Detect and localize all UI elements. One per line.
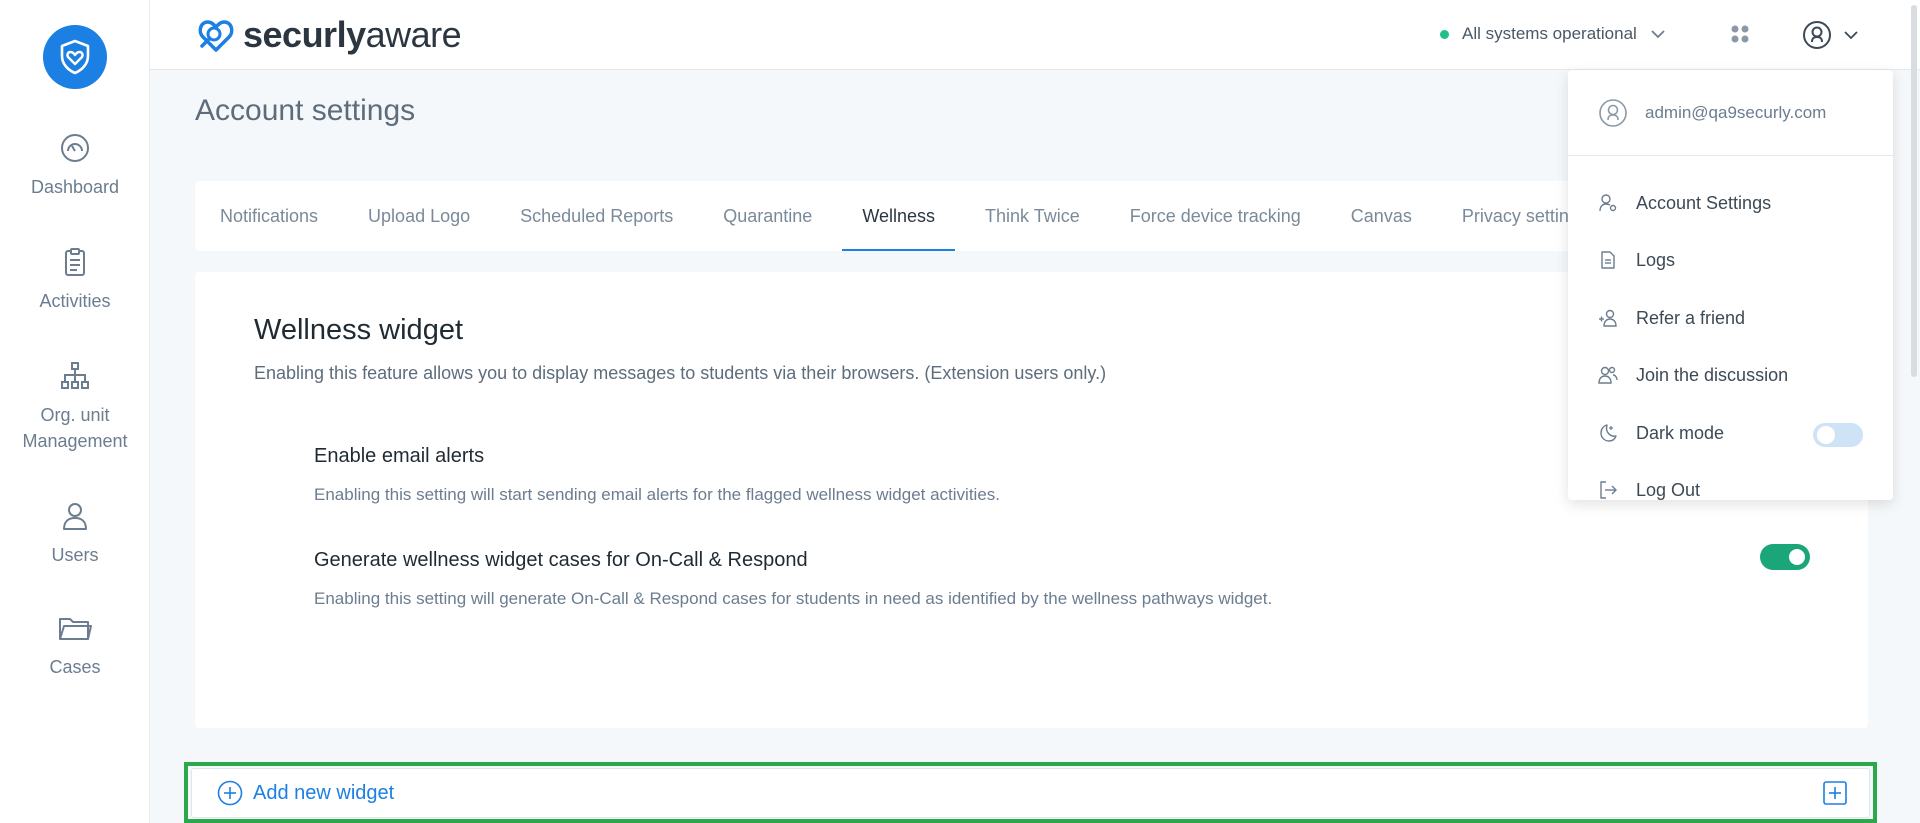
top-header: securlyaware All systems operational [150, 0, 1920, 70]
plus-square-icon[interactable] [1823, 781, 1847, 805]
users-icon [1598, 366, 1618, 384]
page-title: Account settings [195, 94, 416, 127]
menu-item-logs[interactable]: Logs [1568, 240, 1893, 280]
add-user-icon [1599, 309, 1617, 327]
menu-item-label: Refer a friend [1636, 307, 1746, 328]
sidebar-item-label: Activities [39, 291, 111, 311]
brand-logo[interactable]: securlyaware [195, 14, 462, 56]
moon-icon [1600, 424, 1617, 442]
system-status[interactable]: All systems operational [1440, 24, 1665, 44]
brand-name: securlyaware [243, 14, 462, 55]
securly-logo-icon [198, 20, 234, 52]
page-scrollbar[interactable] [1911, 5, 1917, 377]
menu-item-label: Join the discussion [1636, 364, 1789, 385]
app-logo[interactable] [43, 25, 107, 89]
sidebar-item-label-line1: Org. unit [40, 405, 110, 425]
sidebar-item-label: Dashboard [30, 177, 120, 197]
tab-notifications[interactable]: Notifications [200, 181, 338, 251]
menu-item-dark-mode[interactable]: Dark mode [1568, 413, 1893, 453]
user-icon [63, 503, 87, 530]
tab-think-twice[interactable]: Think Twice [965, 181, 1100, 251]
gauge-icon [61, 134, 89, 162]
email-alerts-title: Enable email alerts [314, 445, 485, 467]
apps-grid-icon[interactable] [1730, 24, 1750, 44]
user-avatar-icon [1803, 21, 1831, 49]
chevron-down-icon [1651, 30, 1665, 39]
tab-scheduled-reports[interactable]: Scheduled Reports [500, 181, 693, 251]
plus-circle-icon [217, 780, 243, 806]
sidebar: Dashboard Activities Org. unit Managemen… [0, 0, 150, 823]
dark-mode-toggle[interactable] [1813, 423, 1863, 447]
menu-item-label: Logs [1636, 249, 1676, 270]
sidebar-item-label: Users [51, 545, 99, 565]
user-email-row: admin@qa9securly.com [1568, 70, 1893, 156]
tab-force-device-tracking[interactable]: Force device tracking [1110, 181, 1321, 251]
menu-item-label: Log Out [1636, 479, 1701, 500]
wellness-title: Wellness widget [254, 314, 464, 346]
org-chart-icon [61, 362, 89, 389]
tab-canvas[interactable]: Canvas [1331, 181, 1432, 251]
generate-cases-toggle[interactable] [1760, 544, 1810, 570]
email-alerts-description: Enabling this setting will start sending… [314, 485, 1001, 504]
chevron-down-icon [1844, 31, 1858, 40]
add-new-widget-button[interactable]: Add new widget [191, 768, 1870, 818]
status-text: All systems operational [1462, 24, 1637, 43]
menu-item-join-the-discussion[interactable]: Join the discussion [1568, 355, 1893, 395]
menu-item-log-out[interactable]: Log Out [1568, 470, 1893, 510]
sidebar-item-label: Cases [49, 657, 101, 677]
logout-icon [1600, 481, 1617, 499]
user-menu-button[interactable] [1802, 20, 1858, 50]
menu-item-refer-a-friend[interactable]: Refer a friend [1568, 298, 1893, 338]
clipboard-icon [65, 248, 85, 276]
add-widget-label: Add new widget [253, 781, 395, 804]
sidebar-item-label-line2: Management [22, 431, 128, 451]
shield-heart-icon [60, 39, 90, 75]
sidebar-item-cases[interactable]: Cases [0, 612, 150, 680]
user-dropdown-menu: admin@qa9securly.com Account Settings Lo… [1568, 70, 1893, 500]
wellness-description: Enabling this feature allows you to disp… [254, 363, 1107, 383]
menu-item-label: Dark mode [1636, 422, 1725, 443]
sidebar-item-users[interactable]: Users [0, 500, 150, 568]
menu-item-label: Account Settings [1636, 192, 1772, 213]
document-icon [1601, 251, 1615, 269]
user-avatar-icon [1599, 98, 1627, 127]
status-dot [1440, 29, 1449, 39]
sidebar-item-activities[interactable]: Activities [0, 246, 150, 314]
sidebar-item-dashboard[interactable]: Dashboard [0, 132, 150, 200]
tab-wellness[interactable]: Wellness [842, 181, 955, 251]
tab-quarantine[interactable]: Quarantine [703, 181, 832, 251]
sidebar-item-org-unit-management[interactable]: Org. unit Management [0, 360, 150, 454]
folder-icon [59, 618, 92, 640]
generate-cases-description: Enabling this setting will generate On-C… [314, 589, 1273, 608]
generate-cases-title: Generate wellness widget cases for On-Ca… [314, 549, 808, 571]
tab-upload-logo[interactable]: Upload Logo [348, 181, 490, 251]
user-gear-icon [1599, 194, 1617, 212]
menu-item-account-settings[interactable]: Account Settings [1568, 183, 1893, 223]
user-email: admin@qa9securly.com [1645, 102, 1827, 122]
